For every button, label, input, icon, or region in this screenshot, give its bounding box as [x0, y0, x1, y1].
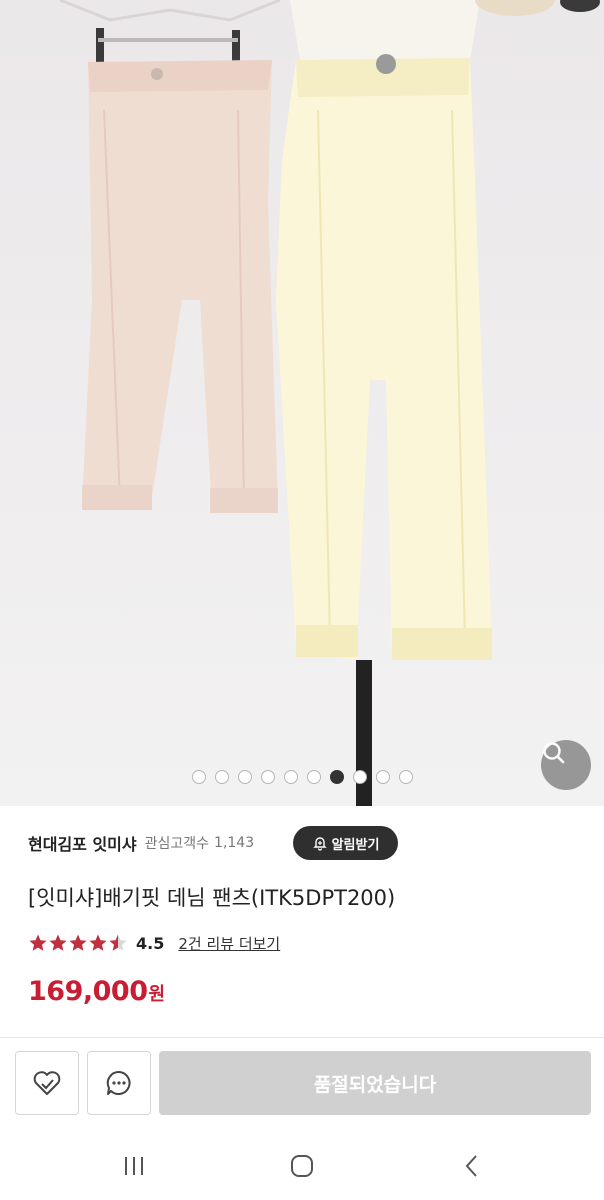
gallery-dot[interactable] [375, 770, 390, 784]
back-icon [465, 1155, 477, 1177]
gallery-dot[interactable] [260, 770, 275, 784]
star-icon [29, 934, 47, 951]
system-navigation-bar [0, 1130, 604, 1200]
gallery-dot[interactable] [352, 770, 367, 784]
store-name[interactable]: 현대김포 잇미샤 [28, 831, 137, 855]
fans-count: 1,143 [214, 835, 255, 851]
gallery-dot[interactable] [283, 770, 298, 784]
back-button[interactable] [450, 1144, 494, 1188]
gallery-dot[interactable] [214, 770, 229, 784]
gallery-dot[interactable] [191, 770, 206, 784]
alert-subscribe-label: 알림받기 [331, 837, 380, 853]
price-value: 169,000 [28, 976, 148, 1007]
product-title: [잇미샤]배기핏 데님 팬츠(ITK5DPT200) [28, 886, 396, 910]
star-icon [109, 934, 127, 951]
product-photo [59, 0, 600, 806]
rating-row: 4.5 2건 리뷰 더보기 [28, 930, 280, 956]
divider [0, 1037, 604, 1038]
home-icon [291, 1155, 313, 1177]
product-image[interactable] [0, 0, 604, 806]
fans-label: 관심고객수 [144, 836, 210, 852]
product-detail-page: 현대김포 잇미샤 관심고객수 1,143 알림받기 [잇미샤]배기핏 데님 팬츠… [0, 0, 604, 1200]
price-row: 169,000 원 [28, 976, 165, 1007]
gallery-dot[interactable] [329, 770, 344, 784]
alert-subscribe-button[interactable]: 알림받기 [293, 826, 398, 860]
star-icon [69, 934, 87, 951]
review-more-link[interactable]: 2건 리뷰 더보기 [178, 933, 280, 954]
rating-value: 4.5 [136, 933, 165, 953]
gallery-pagination [0, 770, 604, 784]
star-icon [49, 934, 67, 951]
search-icon [543, 742, 565, 764]
gallery-dot[interactable] [398, 770, 413, 784]
zoom-button[interactable] [541, 740, 591, 790]
chat-bubble-icon [106, 1070, 131, 1095]
heart-icon [33, 1071, 61, 1095]
soldout-button[interactable]: 품절되었습니다 [159, 1051, 591, 1115]
store-info: 현대김포 잇미샤 관심고객수 1,143 [28, 826, 254, 860]
wishlist-button[interactable] [15, 1051, 79, 1115]
recent-apps-icon [125, 1157, 143, 1175]
home-button[interactable] [280, 1144, 324, 1188]
bell-plus-icon [312, 837, 327, 851]
chat-button[interactable] [87, 1051, 151, 1115]
rating-stars [28, 933, 128, 953]
gallery-dot[interactable] [306, 770, 321, 784]
star-icon [89, 934, 107, 951]
recent-apps-button[interactable] [112, 1144, 156, 1188]
price-currency: 원 [148, 984, 166, 1005]
gallery-dot[interactable] [237, 770, 252, 784]
